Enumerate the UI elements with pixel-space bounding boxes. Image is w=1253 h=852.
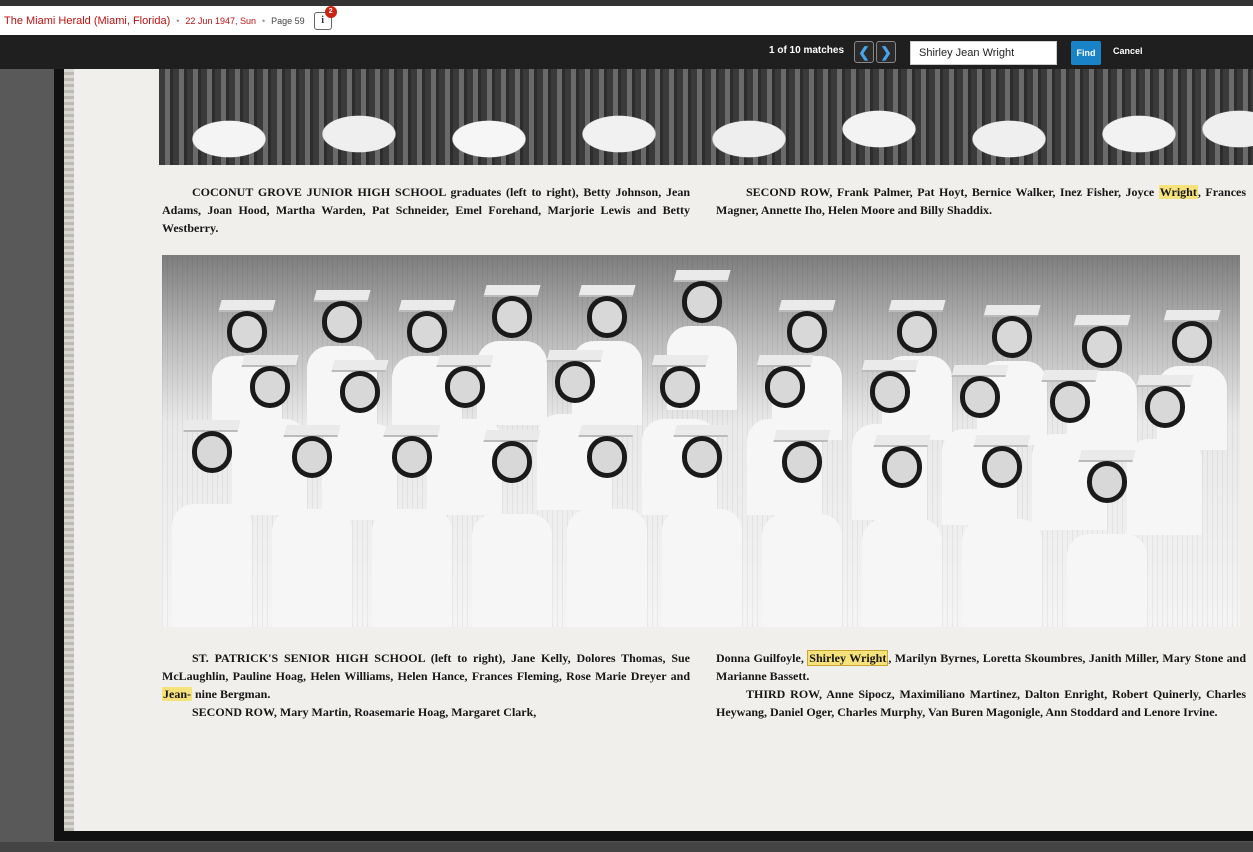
- current-search-highlight[interactable]: Shirley Wright: [807, 650, 889, 666]
- newspaper-page-viewer[interactable]: COCONUT GROVE JUNIOR HIGH SCHOOL graduat…: [54, 69, 1253, 841]
- next-match-button[interactable]: ❯: [876, 41, 896, 63]
- issue-date[interactable]: 22 Jun 1947, Sun: [185, 16, 256, 26]
- st-patricks-caption: ST. PATRICK'S SENIOR HIGH SCHOOL (left t…: [162, 649, 690, 721]
- graduate: [662, 425, 742, 627]
- graduate: [372, 425, 452, 627]
- info-button[interactable]: i 2: [313, 5, 337, 30]
- separator: •: [176, 15, 180, 26]
- match-count: 1 of 10 matches: [769, 45, 845, 56]
- graduate: [567, 425, 647, 627]
- st-patricks-photo: [162, 255, 1240, 627]
- graduate: [862, 435, 942, 627]
- caption-text: Donna Guilfoyle,: [716, 651, 804, 665]
- bottom-gutter: [0, 842, 1253, 852]
- info-icon: i: [321, 15, 325, 26]
- caption-heading: COCONUT GROVE JUNIOR HIGH SCHOOL: [192, 185, 446, 199]
- graduate: [172, 420, 252, 627]
- search-highlight[interactable]: Jean-: [162, 687, 192, 701]
- caption-heading: ST. PATRICK'S SENIOR HIGH SCHOOL: [192, 651, 425, 665]
- chevron-right-icon: ❯: [880, 43, 892, 60]
- search-toolbar: 1 of 10 matches ❮ ❯ Find Cancel: [0, 35, 1253, 69]
- graduate: [1067, 450, 1147, 627]
- graduate: [962, 435, 1042, 627]
- st-patricks-caption-continued: Donna Guilfoyle, Shirley Wright, Marilyn…: [716, 649, 1246, 721]
- separator: •: [261, 15, 266, 26]
- chevron-left-icon: ❮: [858, 43, 870, 60]
- page-header: The Miami Herald (Miami, Florida) • 22 J…: [0, 5, 1253, 36]
- left-gutter: [0, 69, 54, 852]
- third-row-caption: THIRD ROW, Anne Sipocz, Maximiliano Mart…: [716, 687, 1246, 719]
- previous-match-button[interactable]: ❮: [854, 41, 874, 63]
- publication-link[interactable]: The Miami Herald (Miami, Florida): [4, 15, 170, 27]
- search-input[interactable]: [910, 41, 1057, 65]
- search-highlight[interactable]: Wright: [1158, 185, 1198, 199]
- coconut-grove-photo: [159, 69, 1253, 165]
- caption-text: nine Bergman.: [195, 687, 271, 701]
- caption-text: SECOND ROW, Frank Palmer, Pat Hoyt, Bern…: [746, 185, 1155, 199]
- second-row-caption-bottom: SECOND ROW, Mary Martin, Roasemarie Hoag…: [192, 705, 537, 719]
- graduate: [762, 430, 842, 627]
- coconut-grove-caption: COCONUT GROVE JUNIOR HIGH SCHOOL graduat…: [162, 183, 690, 237]
- page-number: Page 59: [271, 15, 305, 26]
- cancel-button[interactable]: Cancel: [1113, 46, 1143, 56]
- find-button[interactable]: Find: [1071, 41, 1101, 65]
- newspaper-page: COCONUT GROVE JUNIOR HIGH SCHOOL graduat…: [64, 69, 1253, 831]
- notification-badge: 2: [324, 5, 337, 18]
- graduate: [272, 425, 352, 627]
- graduate: [472, 430, 552, 627]
- second-row-caption-top: SECOND ROW, Frank Palmer, Pat Hoyt, Bern…: [716, 183, 1246, 219]
